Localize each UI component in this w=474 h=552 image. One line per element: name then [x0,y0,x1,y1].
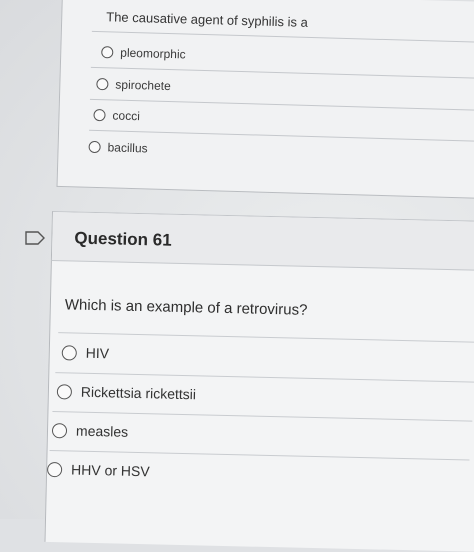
question-title: Question 61 [74,228,172,250]
divider [91,30,474,44]
option-label: HHV or HSV [70,461,150,480]
option-rickettsia[interactable]: Rickettsia rickettsii [56,383,197,403]
option-label: HIV [85,344,110,362]
option-hiv[interactable]: HIV [61,344,110,362]
radio-button-icon[interactable] [61,344,77,361]
radio-button-icon[interactable] [96,77,109,91]
question-card: Question 61 Which is an example of a ret… [44,211,474,552]
divider [52,411,473,422]
option-label: measles [75,422,129,440]
option-label: spirochete [115,77,171,94]
option-label: Rickettsia rickettsii [80,383,197,403]
divider [58,332,474,343]
option-pleomorphic[interactable]: pleomorphic [101,45,186,61]
radio-button-icon[interactable] [56,383,73,399]
divider [49,450,470,461]
divider [89,129,474,142]
option-measles[interactable]: measles [51,422,129,440]
option-label: bacillus [107,140,148,156]
radio-button-icon[interactable] [101,46,114,59]
question-text: Which is an example of a retrovirus? [64,296,308,319]
divider [89,98,474,111]
previous-question-text: The causative agent of syphilis is a [106,9,309,30]
radio-button-icon[interactable] [93,108,106,122]
radio-button-icon[interactable] [51,422,68,438]
option-spirochete[interactable]: spirochete [96,77,171,93]
question-header: Question 61 [51,212,474,271]
option-label: cocci [112,108,141,124]
divider [90,66,474,80]
option-label: pleomorphic [120,45,186,62]
screen: The causative agent of syphilis is a ple… [0,0,474,552]
flag-icon[interactable] [25,231,45,245]
option-bacillus[interactable]: bacillus [88,140,148,156]
option-hhv-hsv[interactable]: HHV or HSV [46,461,150,480]
divider [55,372,474,383]
previous-question-card: The causative agent of syphilis is a ple… [56,0,474,199]
radio-button-icon[interactable] [46,461,63,477]
radio-button-icon[interactable] [88,140,101,154]
option-cocci[interactable]: cocci [93,108,140,123]
